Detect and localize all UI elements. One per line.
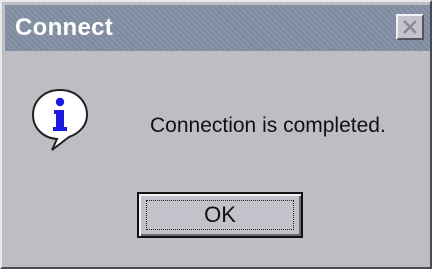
dialog-title: Connect — [15, 14, 114, 41]
ok-button[interactable]: OK — [137, 192, 303, 238]
focus-rectangle: OK — [146, 200, 294, 230]
close-icon — [403, 20, 417, 34]
info-icon — [31, 88, 89, 151]
ok-button-label: OK — [204, 202, 236, 227]
close-button[interactable] — [396, 14, 424, 40]
title-bar[interactable]: Connect — [5, 5, 430, 51]
connect-dialog: Connect Connection is completed. OK — [0, 0, 432, 269]
message-text: Connection is completed. — [150, 114, 386, 137]
